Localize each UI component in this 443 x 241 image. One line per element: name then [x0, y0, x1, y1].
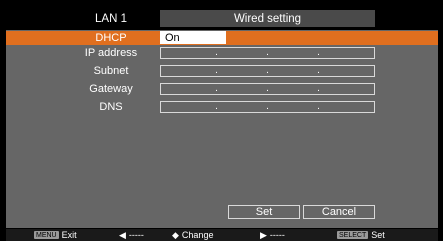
- separator-dot: .: [317, 65, 320, 76]
- dns-field[interactable]: . . .: [160, 101, 375, 113]
- ip-address-field[interactable]: . . .: [160, 47, 375, 59]
- select-key-icon: SELECT: [337, 231, 369, 239]
- left-arrow-icon: ◀: [119, 229, 126, 240]
- subnet-field[interactable]: . . .: [160, 65, 375, 77]
- right-arrow-icon: ▶: [260, 229, 267, 240]
- set-hint[interactable]: SELECT Set: [337, 229, 385, 241]
- exit-label: Exit: [61, 230, 77, 240]
- footer-bar: MENU Exit ◀ ----- ◆ Change ▶ ----- SELEC…: [6, 229, 438, 241]
- left-dash: -----: [128, 230, 144, 240]
- gateway-field[interactable]: . . .: [160, 83, 375, 95]
- separator-dot: .: [215, 101, 218, 112]
- separator-dot: .: [215, 65, 218, 76]
- set-label: Set: [371, 230, 385, 240]
- separator-dot: .: [266, 101, 269, 112]
- dns-label: DNS: [99, 101, 123, 113]
- ip-address-label: IP address: [84, 47, 138, 59]
- separator-dot: .: [317, 83, 320, 94]
- separator-dot: .: [317, 47, 320, 58]
- menu-key-icon: MENU: [34, 231, 59, 239]
- tab-lan1[interactable]: LAN 1: [63, 10, 159, 27]
- separator-dot: .: [266, 83, 269, 94]
- separator-dot: .: [266, 65, 269, 76]
- exit-hint[interactable]: MENU Exit: [34, 229, 77, 241]
- cancel-button[interactable]: Cancel: [303, 205, 375, 219]
- dhcp-label: DHCP: [95, 32, 127, 44]
- page-title: Wired setting: [160, 10, 375, 27]
- separator-dot: .: [266, 47, 269, 58]
- dhcp-value[interactable]: On: [160, 31, 226, 44]
- separator-dot: .: [317, 101, 320, 112]
- separator-dot: .: [215, 47, 218, 58]
- left-hint: ◀ -----: [119, 229, 144, 241]
- change-hint: ◆ Change: [172, 229, 213, 241]
- right-hint: ▶ -----: [260, 229, 285, 241]
- subnet-label: Subnet: [93, 65, 129, 77]
- gateway-label: Gateway: [89, 83, 133, 95]
- right-dash: -----: [269, 230, 285, 240]
- up-down-icon: ◆: [172, 229, 179, 240]
- set-button[interactable]: Set: [228, 205, 300, 219]
- separator-dot: .: [215, 83, 218, 94]
- change-label: Change: [181, 230, 214, 240]
